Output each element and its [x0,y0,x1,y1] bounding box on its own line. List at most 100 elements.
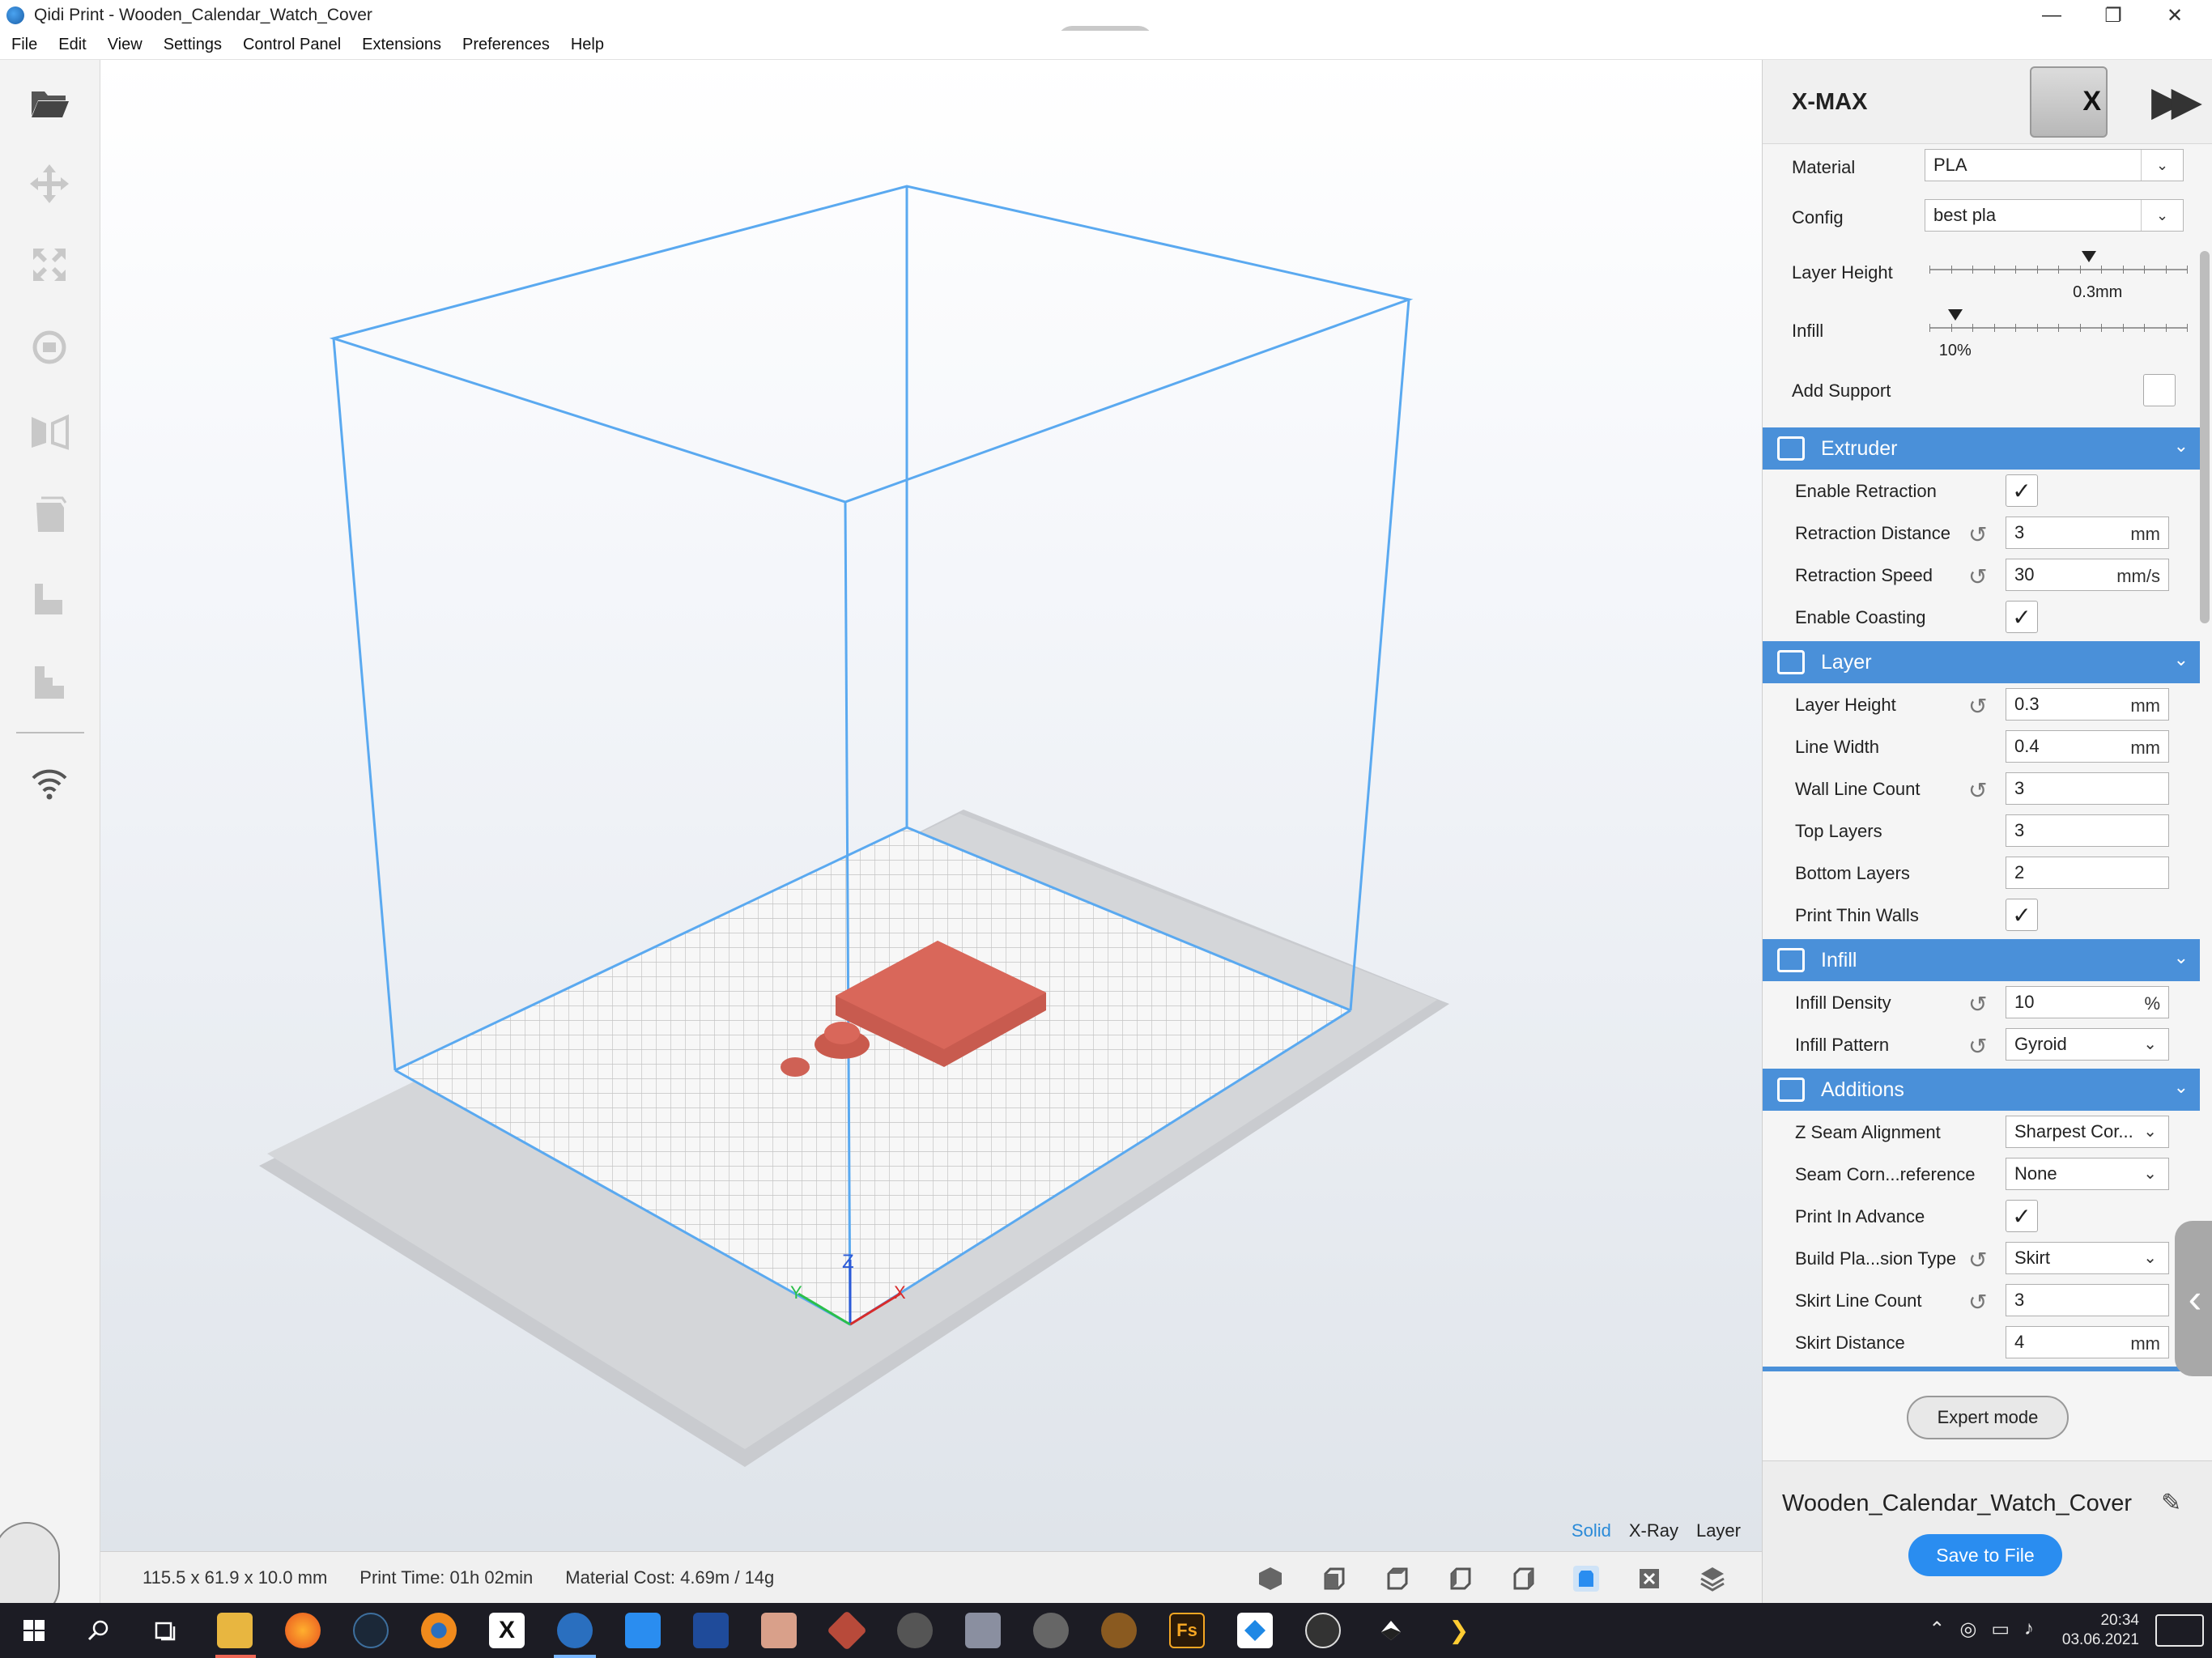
front-view-icon[interactable] [1317,1562,1351,1596]
config-select[interactable]: best pla ⌄ [1925,199,2184,232]
qidi-print-icon[interactable] [557,1613,593,1648]
3d-viewport[interactable]: Z X Y Solid X-Ray Layer [100,60,1762,1551]
menu-view[interactable]: View [108,36,143,54]
menu-edit[interactable]: Edit [58,36,86,54]
clock[interactable]: 20:34 03.06.2021 [2062,1611,2139,1650]
section-infill[interactable]: Infill ⌄ [1763,939,2200,981]
seam-corner-preference-select[interactable]: None ⌄ [2006,1158,2169,1190]
avatar-app-icon[interactable] [761,1613,797,1648]
3d-view-icon[interactable] [1253,1562,1287,1596]
top-view-icon[interactable] [1380,1562,1414,1596]
view-mode-solid[interactable]: Solid [1572,1520,1611,1541]
expert-mode-button[interactable]: Expert mode [1907,1396,2069,1439]
z-seam-alignment-select[interactable]: Sharpest Cor... ⌄ [2006,1116,2169,1148]
menu-control-panel[interactable]: Control Panel [243,36,341,54]
fast-forward-icon[interactable]: ▶▶ [2151,78,2202,125]
skirt-line-count-input[interactable]: 3 [2006,1284,2169,1316]
wifi-icon[interactable] [24,758,74,808]
print-in-advance-checkbox[interactable]: ✓ [2006,1200,2038,1232]
reset-icon[interactable]: ↺ [1968,1033,1987,1060]
obs-icon[interactable] [1305,1613,1341,1648]
model-view-icon[interactable] [1569,1562,1603,1596]
enable-coasting-checkbox[interactable]: ✓ [2006,601,2038,633]
vscode-icon[interactable] [625,1613,661,1648]
collapse-panel-tab[interactable]: ‹ [2175,1221,2212,1376]
close-button[interactable]: ✕ [2144,0,2206,31]
infill-density-input[interactable]: 10 % [2006,986,2169,1018]
reset-icon[interactable]: ↺ [1968,563,1987,590]
powershell-icon[interactable] [693,1613,729,1648]
menu-preferences[interactable]: Preferences [462,36,550,54]
wall-line-count-input[interactable]: 3 [2006,772,2169,805]
skirt-distance-input[interactable]: 4 mm [2006,1326,2169,1358]
x-app-icon[interactable]: X [489,1613,525,1648]
view-mode-layer[interactable]: Layer [1696,1520,1741,1541]
inkscape-icon[interactable] [1373,1613,1409,1648]
section-extruder[interactable]: Extruder ⌄ [1763,427,2200,470]
section-additions[interactable]: Additions ⌄ [1763,1069,2200,1111]
lay-flat-icon[interactable] [24,657,74,708]
calculator-icon[interactable] [965,1613,1001,1648]
material-select[interactable]: PLA ⌄ [1925,149,2184,181]
task-view-icon[interactable] [147,1613,183,1648]
layer-height-input[interactable]: 0.3 mm [2006,688,2169,721]
per-model-settings-icon[interactable] [24,573,74,623]
build-plate-scene[interactable]: Z X Y [100,60,1762,1551]
open-folder-icon[interactable] [24,78,74,128]
fs-app-icon[interactable]: Fs [1169,1613,1205,1648]
reset-icon[interactable]: ↺ [1968,1247,1987,1273]
webcam-icon[interactable]: ◎ [1959,1618,1976,1641]
save-to-file-button[interactable]: Save to File [1908,1534,2062,1576]
reset-icon[interactable]: ↺ [1968,1289,1987,1316]
edit-icon[interactable]: ✎ [2161,1489,2181,1517]
reset-icon[interactable]: ↺ [1968,991,1987,1018]
blender-icon[interactable] [421,1613,457,1648]
right-view-icon[interactable] [1506,1562,1540,1596]
blue-diamond-app-icon[interactable] [1237,1613,1273,1648]
print-thin-walls-checkbox[interactable]: ✓ [2006,899,2038,931]
file-explorer-icon[interactable] [217,1613,253,1648]
menu-file[interactable]: File [11,36,37,54]
tree-app-icon[interactable] [1101,1613,1137,1648]
retraction-speed-input[interactable]: 30 mm/s [2006,559,2169,591]
steam-icon[interactable] [353,1613,389,1648]
layer-height-slider[interactable] [1929,251,2188,277]
line-width-input[interactable]: 0.4 mm [2006,730,2169,763]
chevron-up-icon[interactable]: ⌃ [1929,1618,1945,1641]
reset-icon[interactable]: ↺ [1968,777,1987,804]
network-icon[interactable]: ▭ [1991,1618,2010,1641]
reset-icon[interactable]: ↺ [1968,693,1987,720]
model-small-part[interactable] [781,1057,810,1077]
top-layers-input[interactable]: 3 [2006,814,2169,847]
build-plate-adhesion-select[interactable]: Skirt ⌄ [2006,1242,2169,1274]
volume-icon[interactable]: ♪ [2024,1618,2034,1641]
slider-thumb[interactable] [2082,251,2097,262]
firefox-icon[interactable] [285,1613,321,1648]
menu-settings[interactable]: Settings [164,36,222,54]
layers-icon[interactable] [1695,1562,1729,1596]
close-view-icon[interactable] [1632,1562,1666,1596]
keyboard-icon[interactable] [2155,1614,2204,1647]
printer-thumbnail[interactable] [2030,66,2108,138]
rotate-icon[interactable] [24,322,74,372]
infill-slider[interactable] [1929,309,2188,335]
3d-app-icon[interactable] [827,1610,867,1651]
scale-icon[interactable] [24,240,74,290]
enable-retraction-checkbox[interactable]: ✓ [2006,474,2038,507]
minimize-button[interactable]: — [2021,0,2082,31]
m-app-icon[interactable] [897,1613,933,1648]
view-mode-xray[interactable]: X-Ray [1629,1520,1678,1541]
infill-pattern-select[interactable]: Gyroid ⌄ [2006,1028,2169,1061]
terminal-app-icon[interactable]: ❯ [1441,1613,1477,1648]
move-icon[interactable] [24,159,74,209]
bottom-layers-input[interactable]: 2 [2006,857,2169,889]
mirror-icon[interactable] [24,405,74,455]
slider-thumb[interactable] [1947,309,1963,321]
windows-start-icon[interactable] [16,1613,52,1648]
settings-scrollbar[interactable] [2200,251,2210,623]
restore-button[interactable]: ❐ [2082,0,2144,31]
search-icon[interactable] [81,1613,117,1648]
menu-help[interactable]: Help [571,36,604,54]
retraction-distance-input[interactable]: 3 mm [2006,517,2169,549]
vr-app-icon[interactable] [1033,1613,1069,1648]
